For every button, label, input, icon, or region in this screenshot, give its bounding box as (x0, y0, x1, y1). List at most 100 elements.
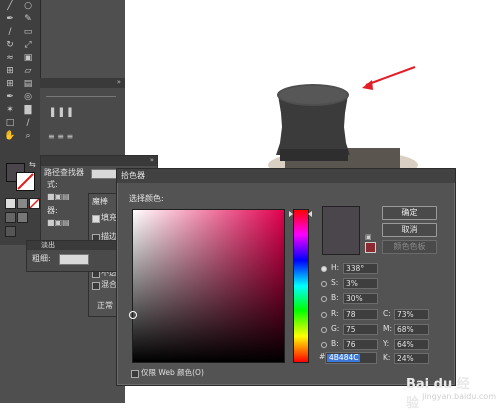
draw-behind-icon[interactable] (17, 212, 28, 223)
current-color-preview (322, 206, 360, 255)
cyan-label: C: (383, 309, 391, 318)
none-stroke-icon (17, 173, 34, 190)
symbol-sprayer-icon[interactable]: ✶ (4, 105, 16, 115)
saturation-input[interactable]: 3% (343, 278, 378, 289)
black-label: K: (383, 353, 391, 362)
shape-mode-icons[interactable]: ■▣▤ (47, 192, 70, 201)
color-mode-icon[interactable] (5, 198, 16, 209)
dialog-title[interactable]: 拾色器 (117, 169, 455, 183)
graph-icon[interactable]: ▇ (22, 105, 34, 115)
close-icon[interactable]: » (150, 156, 154, 164)
magenta-label: M: (383, 324, 392, 333)
scale-icon[interactable]: ⤢ (22, 40, 34, 50)
stroke-swatch[interactable] (16, 172, 35, 191)
cancel-button[interactable]: 取消 (382, 223, 437, 237)
brush-icon[interactable]: ∕ (4, 27, 16, 37)
artboard-icon[interactable]: □ (4, 118, 16, 128)
green-radio[interactable] (321, 327, 327, 333)
lasso-icon[interactable]: ○ (22, 1, 34, 11)
cyan-input[interactable]: 73% (394, 309, 429, 320)
green-input[interactable]: 75 (343, 324, 378, 335)
pathfinders-label: 器: (47, 206, 58, 215)
fill-checkbox[interactable] (92, 215, 100, 223)
stroke-panel: 淡出 粗细: (26, 240, 128, 272)
distribute-icons[interactable]: ≡ ≡ ≡ (48, 132, 73, 141)
out-of-gamut-cube-icon[interactable]: ▣ (365, 233, 373, 241)
red-input[interactable]: 78 (343, 309, 378, 320)
weight-label: 粗细: (32, 254, 51, 263)
hand-icon[interactable]: ✋ (4, 131, 16, 141)
black-input[interactable]: 24% (394, 353, 429, 364)
hue-radio[interactable] (321, 266, 327, 272)
perspective-icon[interactable]: ▱ (22, 66, 34, 76)
hue-slider-right-arrow-icon[interactable] (308, 211, 312, 217)
gradient-icon[interactable]: ▤ (22, 79, 34, 89)
hex-input[interactable]: 4B484C (325, 352, 377, 364)
web-colors-only-checkbox[interactable] (131, 370, 139, 378)
blue-input[interactable]: 76 (343, 339, 378, 350)
mesh-icon[interactable]: ⊞ (4, 79, 16, 89)
zoom-icon[interactable]: ⌕ (22, 131, 34, 141)
magenta-input[interactable]: 68% (394, 324, 429, 335)
color-picker-marker[interactable] (129, 311, 137, 319)
panel-divider (46, 96, 116, 103)
gamut-warning-swatch[interactable] (365, 242, 376, 253)
select-color-label: 选择颜色: (129, 194, 164, 203)
yellow-input[interactable]: 64% (394, 339, 429, 350)
saturation-brightness-field[interactable] (129, 209, 285, 363)
slice-icon[interactable]: ∕ (22, 118, 34, 128)
panel-header[interactable]: » (41, 156, 157, 166)
blue-radio[interactable] (321, 342, 327, 348)
collapse-icon[interactable]: » (117, 78, 121, 86)
gradient-mode-icon[interactable] (17, 198, 28, 209)
pen-icon[interactable]: ✒ (4, 14, 16, 24)
hex-value: 4B484C (327, 353, 361, 362)
hue-input[interactable]: 338° (343, 263, 378, 274)
saturation-radio[interactable] (321, 281, 327, 287)
stroke-tab[interactable]: 淡出 (41, 240, 55, 250)
pencil-icon[interactable]: ✎ (22, 14, 34, 24)
hue-slider[interactable] (293, 209, 309, 363)
brightness-input[interactable]: 30% (343, 293, 378, 304)
watermark-url: jingyan.baidu.com (422, 392, 496, 401)
eraser-icon[interactable]: ▭ (22, 27, 34, 37)
align-panel: ▐ ▐ ▐ ≡ ≡ ≡ (40, 88, 125, 160)
blend-icon[interactable]: ◎ (22, 92, 34, 102)
pathfinder-tab[interactable]: 路径查找器 (44, 168, 84, 178)
draw-normal-icon[interactable] (5, 212, 16, 223)
none-slash-icon (29, 198, 40, 209)
weight-field[interactable] (59, 254, 89, 265)
magic-wand-tab[interactable]: 魔棒 (92, 197, 108, 207)
blending-checkbox[interactable] (92, 282, 100, 290)
arrow-head-icon (362, 80, 373, 90)
direct-selection-icon[interactable]: ╱ (4, 1, 16, 11)
web-colors-only-label: 仅限 Web 颜色(O) (141, 368, 204, 377)
align-icons[interactable]: ▐ ▐ ▐ (48, 108, 72, 117)
brightness-label: B: (331, 293, 339, 302)
none-mode-icon[interactable] (29, 198, 40, 209)
swap-icon[interactable]: ⇆ (29, 160, 36, 169)
watermark: Bai du 经验 jingyan.baidu.com (406, 373, 496, 411)
rotate-icon[interactable]: ↻ (4, 40, 16, 50)
hue-label: H: (331, 263, 340, 272)
pathfinder-icons[interactable]: ■▣▤ (47, 218, 70, 227)
yellow-label: Y: (383, 339, 390, 348)
stroke-panel-header[interactable]: 淡出 (27, 241, 127, 250)
eyedropper-icon[interactable]: ✒ (4, 92, 16, 102)
bottle-cap-illustration (276, 66, 416, 161)
tools-panel: ╱ ○ ✒ ✎ ∕ ▭ ↻ ⤢ ≈ ▣ ⊞ ▱ ⊞ ▤ ✒ ◎ ✶ ▇ □ ∕ … (0, 0, 41, 245)
blend-mode-value[interactable]: 正常 (97, 301, 113, 311)
free-transform-icon[interactable]: ▣ (22, 53, 34, 63)
screen-mode-icon[interactable] (5, 226, 16, 237)
green-label: G: (331, 324, 340, 333)
blending-label: 混合 (101, 280, 117, 289)
brightness-radio[interactable] (321, 296, 327, 302)
shape-mode-label: 式: (47, 180, 58, 189)
color-swatches-button[interactable]: 颜色色板 (382, 240, 437, 254)
ok-button[interactable]: 确定 (382, 206, 437, 220)
shape-builder-icon[interactable]: ⊞ (4, 66, 16, 76)
warp-icon[interactable]: ≈ (4, 53, 16, 63)
blue-label: B: (331, 339, 339, 348)
red-radio[interactable] (321, 312, 327, 318)
red-label: R: (331, 309, 339, 318)
